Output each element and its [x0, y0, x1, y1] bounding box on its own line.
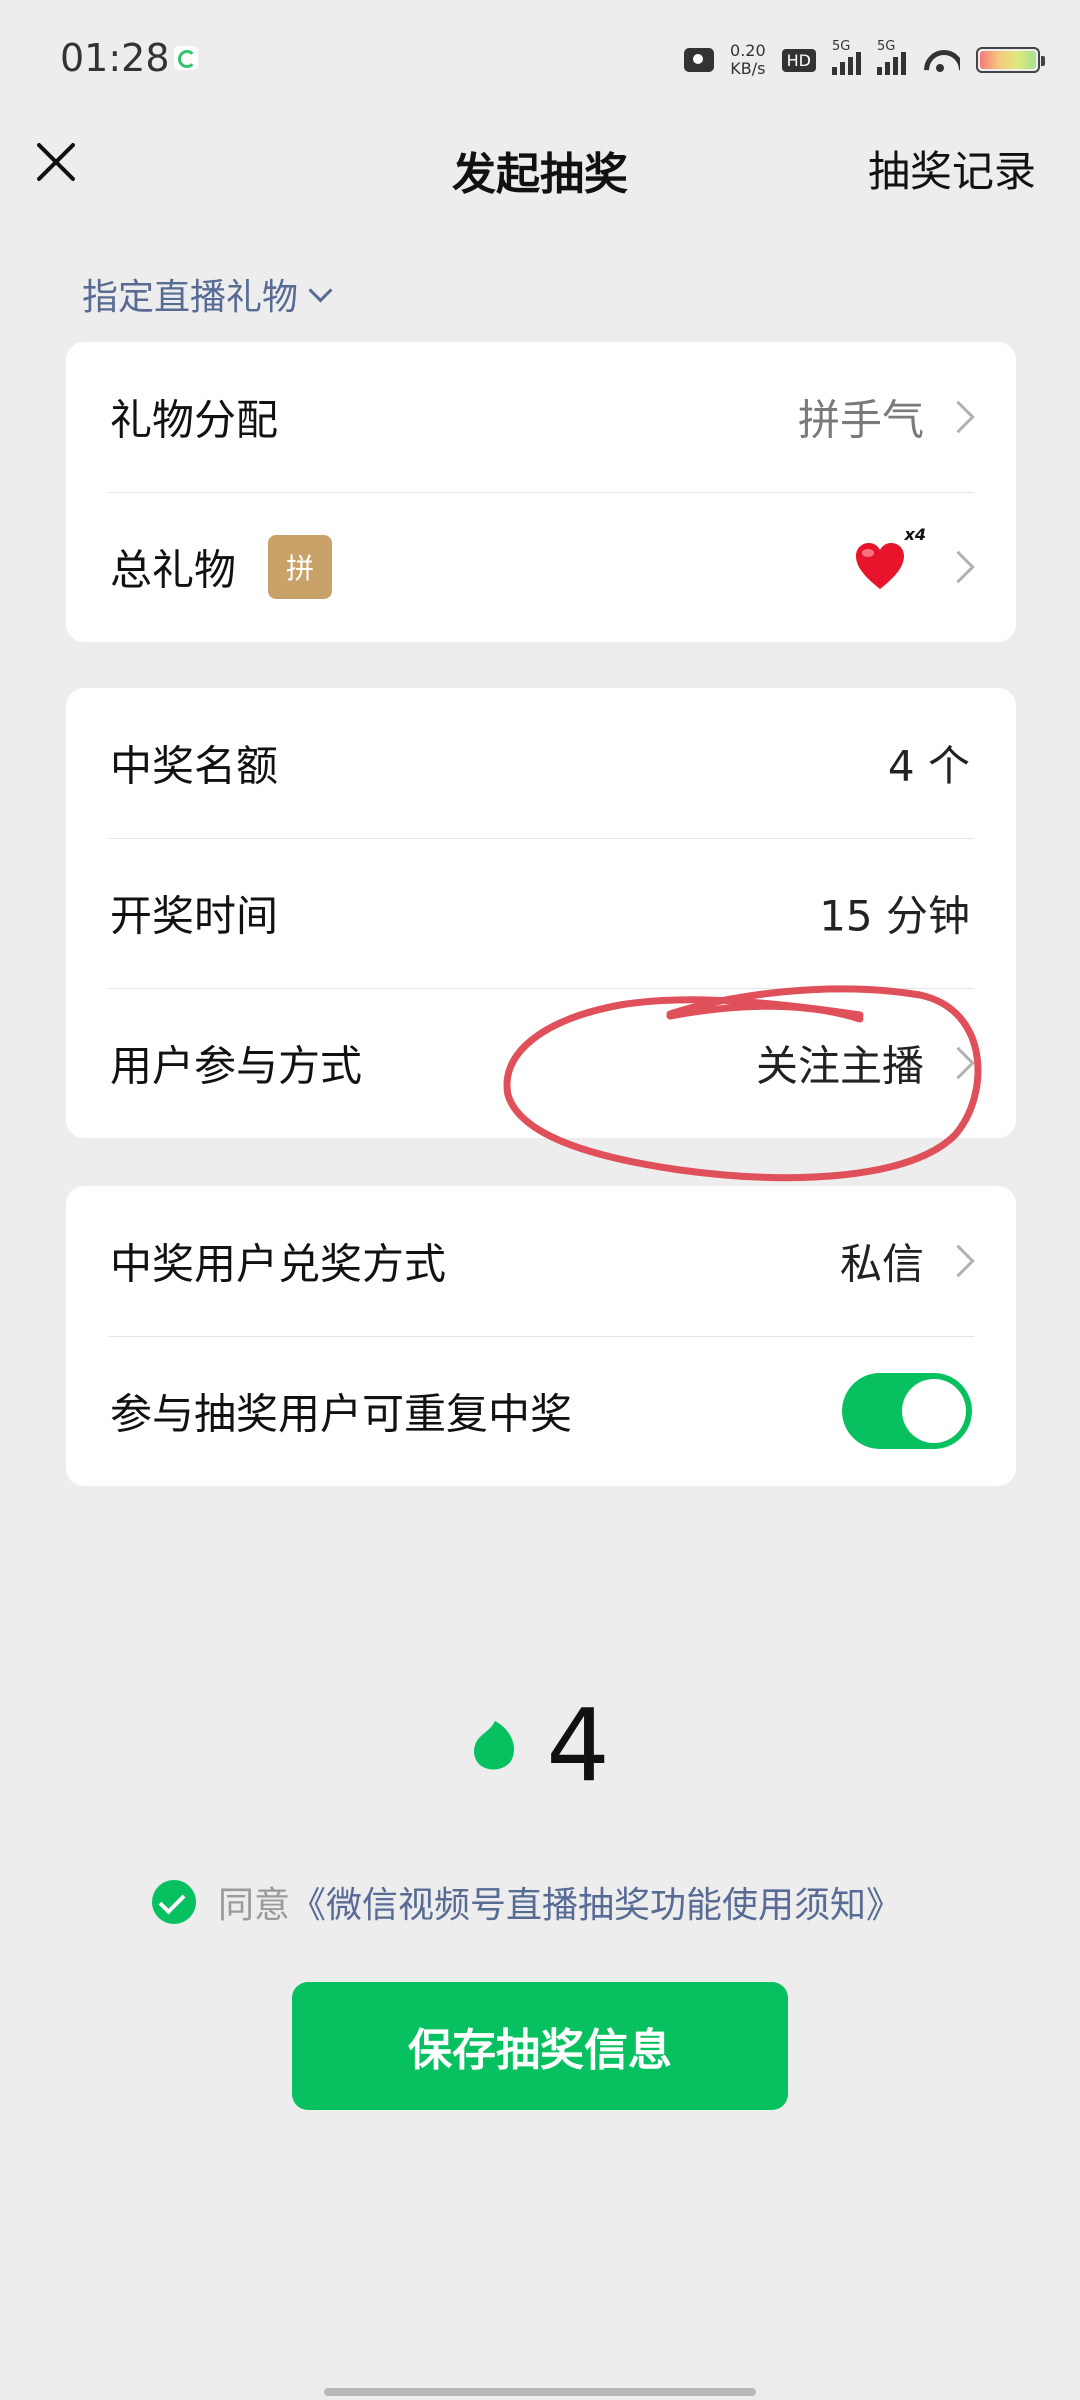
- winners-count-row[interactable]: 中奖名额 4 个: [66, 688, 1016, 838]
- settings-card: 中奖名额 4 个 开奖时间 15 分钟 用户参与方式 关注主播: [66, 688, 1016, 1138]
- hd-icon: HD: [781, 48, 816, 72]
- agreement-checkbox[interactable]: [152, 1880, 196, 1924]
- gift-distribution-label: 礼物分配: [110, 395, 279, 445]
- gift-multiplier: x4: [904, 525, 926, 544]
- prize-type-selector[interactable]: 指定直播礼物: [82, 268, 333, 320]
- winners-count-label: 中奖名额: [110, 741, 279, 791]
- participation-method-row[interactable]: 用户参与方式 关注主播: [66, 988, 1016, 1138]
- battery-icon: [976, 47, 1045, 73]
- toggle-knob: [902, 1379, 966, 1443]
- wifi-icon: [922, 46, 960, 74]
- status-bar: 01:28 0.20 KB/s HD 5G 5G: [0, 0, 1080, 120]
- chevron-right-icon: [942, 400, 975, 434]
- chevron-right-icon: [942, 550, 975, 584]
- total-gift-row[interactable]: 总礼物 拼 x4: [66, 492, 1016, 642]
- gift-distribution-row[interactable]: 礼物分配 拼手气: [66, 342, 1016, 492]
- coin-count: 4: [546, 1686, 610, 1804]
- prize-type-label: 指定直播礼物: [82, 277, 299, 318]
- signal-icon: 5G: [877, 39, 906, 75]
- repeat-win-toggle[interactable]: [842, 1373, 972, 1449]
- sync-icon: [174, 46, 198, 70]
- nav-bar: 发起抽奖 抽奖记录: [0, 120, 1080, 210]
- repeat-win-label: 参与抽奖用户可重复中奖: [110, 1389, 573, 1439]
- pin-badge: 拼: [268, 535, 332, 599]
- draw-time-value: 15 分钟: [819, 891, 970, 941]
- agreement-prefix: 同意: [218, 1885, 291, 1926]
- wechat-bean-icon: [474, 1721, 515, 1770]
- chevron-down-icon: [308, 277, 333, 303]
- signal-icon: 5G: [832, 39, 861, 75]
- status-time: 01:28: [60, 36, 170, 80]
- chevron-right-icon: [942, 1046, 975, 1080]
- camera-icon: [684, 48, 715, 72]
- redeem-method-value: 私信: [839, 1239, 924, 1289]
- save-lottery-button[interactable]: 保存抽奖信息: [292, 1982, 788, 2110]
- draw-time-label: 开奖时间: [110, 891, 279, 941]
- lottery-records-link[interactable]: 抽奖记录: [868, 138, 1036, 199]
- draw-time-row[interactable]: 开奖时间 15 分钟: [66, 838, 1016, 988]
- participation-method-value: 关注主播: [755, 1041, 924, 1091]
- status-icons: 0.20 KB/s HD 5G 5G: [684, 38, 1045, 82]
- redeem-method-row[interactable]: 中奖用户兑奖方式 私信: [66, 1186, 1016, 1336]
- gift-distribution-value: 拼手气: [797, 395, 924, 445]
- gift-card: 礼物分配 拼手气 总礼物 拼 x4: [66, 342, 1016, 642]
- total-gift-label: 总礼物: [110, 545, 237, 595]
- home-indicator[interactable]: [324, 2388, 756, 2396]
- redeem-method-label: 中奖用户兑奖方式: [110, 1239, 447, 1289]
- coin-count-display: 4: [0, 1687, 1080, 1804]
- winners-count-value: 4 个: [887, 741, 970, 791]
- agreement-link[interactable]: 《微信视频号直播抽奖功能使用须知》: [290, 1885, 902, 1926]
- participation-method-label: 用户参与方式: [110, 1041, 363, 1091]
- network-speed: 0.20 KB/s: [730, 41, 766, 78]
- agreement-row: 同意《微信视频号直播抽奖功能使用须知》: [152, 1876, 902, 1928]
- redeem-card: 中奖用户兑奖方式 私信 参与抽奖用户可重复中奖: [66, 1186, 1016, 1486]
- heart-gift-icon: x4: [852, 525, 926, 595]
- chevron-right-icon: [942, 1244, 975, 1278]
- repeat-win-row: 参与抽奖用户可重复中奖: [66, 1336, 1016, 1486]
